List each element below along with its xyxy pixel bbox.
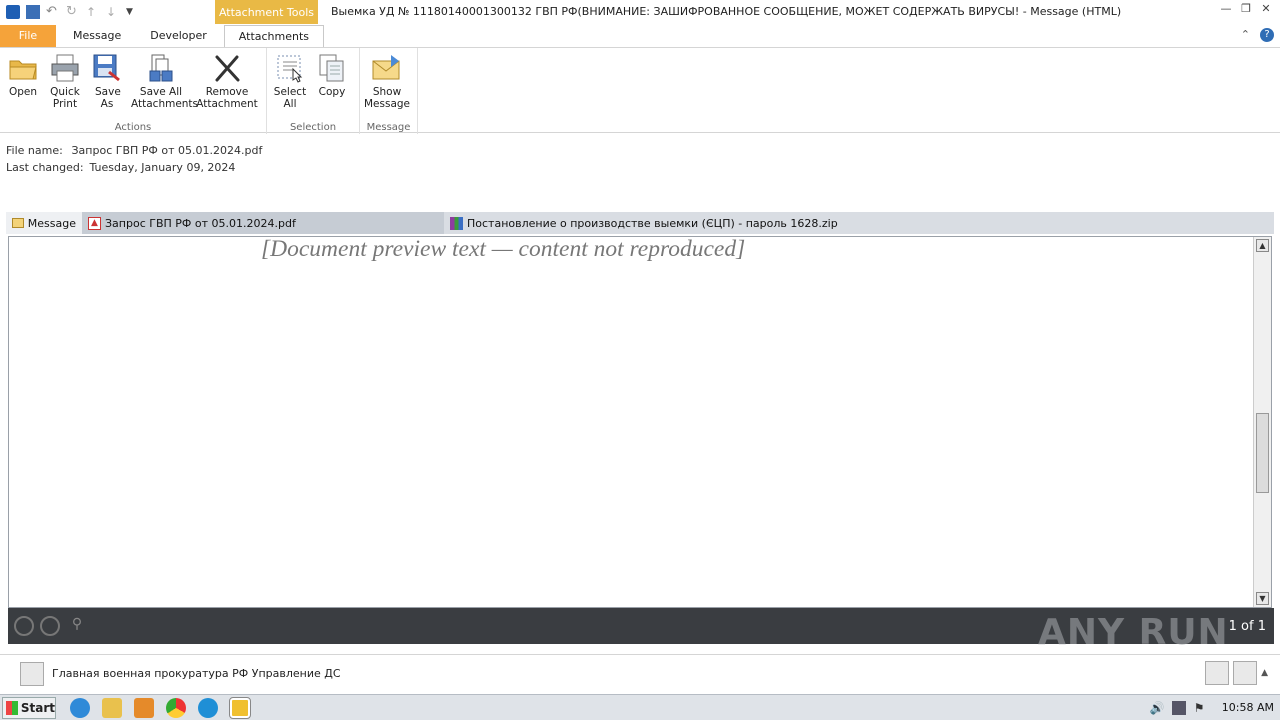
start-label: Start <box>20 700 55 715</box>
minimize-icon[interactable]: — <box>1218 2 1234 16</box>
last-changed-value: Tuesday, January 09, 2024 <box>89 161 236 174</box>
redo-icon[interactable]: ↻ <box>66 5 80 19</box>
document-text: [Document preview text — content not rep… <box>187 236 1151 264</box>
scroll-thumb[interactable] <box>1256 413 1269 493</box>
vertical-scrollbar[interactable]: ▲ ▼ <box>1253 237 1271 607</box>
file-name-value: Запрос ГВП РФ от 05.01.2024.pdf <box>71 144 263 157</box>
explorer-icon[interactable] <box>102 697 122 718</box>
folder-icon <box>7 52 39 84</box>
attachment-zip-label: Постановление о производстве выемки (ЄЦП… <box>467 216 838 230</box>
start-button[interactable]: Start <box>2 696 56 719</box>
open-label: Open <box>8 86 38 98</box>
file-name-row: File name: Запрос ГВП РФ от 05.01.2024.p… <box>6 142 262 159</box>
printer-icon <box>49 52 81 84</box>
previous-page-icon[interactable] <box>14 616 34 636</box>
close-icon[interactable]: ✕ <box>1258 2 1274 16</box>
media-player-icon[interactable] <box>134 697 154 718</box>
taskbar-apps <box>70 696 251 719</box>
flag-icon[interactable]: ⚑ <box>1194 701 1208 715</box>
page-indicator: 1 of 1 <box>1228 618 1266 634</box>
selection-group-label: Selection <box>289 122 337 133</box>
save-as-icon <box>91 52 123 84</box>
last-changed-row: Last changed: Tuesday, January 09, 2024 <box>6 159 262 176</box>
down-icon[interactable]: ↓ <box>106 5 120 19</box>
quick-access-toolbar: ↶ ↻ ↑ ↓ ▼ <box>0 5 208 19</box>
ribbon-tab-controls: ⌃ ? <box>1241 28 1274 42</box>
collapse-ribbon-icon[interactable]: ⌃ <box>1241 28 1250 42</box>
attachment-pdf[interactable]: ▲ Запрос ГВП РФ от 05.01.2024.pdf <box>82 212 444 234</box>
attachment-bar: Message ▲ Запрос ГВП РФ от 05.01.2024.pd… <box>6 212 1274 234</box>
actions-group-label: Actions <box>114 122 152 133</box>
ribbon: Open Quick Print Save As Save All Attach… <box>0 47 1280 134</box>
quick-print-label: Quick Print <box>50 86 80 110</box>
remove-attachment-label: Remove Attachment <box>196 86 258 110</box>
customize-qat-icon[interactable]: ▼ <box>126 5 140 19</box>
watermark: ANY RUN <box>1038 612 1229 653</box>
attachment-pdf-label: Запрос ГВП РФ от 05.01.2024.pdf <box>105 216 296 230</box>
save-as-label: Save As <box>95 86 121 110</box>
outlook-icon <box>6 5 20 19</box>
up-icon[interactable]: ↑ <box>86 5 100 19</box>
network-icon[interactable] <box>1171 700 1186 715</box>
actions-group: Open Quick Print Save As Save All Attach… <box>0 48 267 134</box>
file-name-label: File name: <box>6 144 63 157</box>
contact-avatar-icon-2[interactable] <box>1233 661 1258 685</box>
title-bar: ↶ ↻ ↑ ↓ ▼ Attachment Tools Выемка УД № 1… <box>0 0 1280 24</box>
attachment-message-label: Message <box>27 216 76 230</box>
pdf-nav: ⚲ <box>8 616 88 636</box>
remove-icon <box>211 52 243 84</box>
people-pane: Главная военная прокуратура РФ Управлени… <box>0 654 1280 692</box>
show-message-icon <box>371 52 403 84</box>
tab-attachments[interactable]: Attachments <box>223 25 325 47</box>
scroll-up-icon[interactable]: ▲ <box>1256 239 1269 252</box>
message-group: Show Message Message <box>360 48 418 134</box>
find-icon[interactable]: ⚲ <box>66 616 88 636</box>
envelope-icon <box>12 218 24 228</box>
taskbar: Start 🔊 ⚑ 10:58 AM <box>0 694 1280 720</box>
last-changed-label: Last changed: <box>6 161 84 174</box>
zip-icon <box>450 216 463 230</box>
selection-group: Select All Copy Selection <box>267 48 360 134</box>
pdf-preview[interactable]: [Document preview text — content not rep… <box>8 236 1272 608</box>
next-page-icon[interactable] <box>40 616 60 636</box>
message-group-label: Message <box>366 122 411 133</box>
windows-logo-icon <box>6 700 18 715</box>
sender-avatar[interactable] <box>20 661 44 686</box>
restore-icon[interactable]: ❐ <box>1238 2 1254 16</box>
expand-people-pane-icon[interactable]: ▲ <box>1261 668 1268 678</box>
window-controls: — ❐ ✕ <box>1218 2 1274 16</box>
system-tray: 🔊 ⚑ 10:58 AM <box>1150 700 1274 715</box>
file-info: File name: Запрос ГВП РФ от 05.01.2024.p… <box>6 142 262 176</box>
show-message-label: Show Message <box>364 86 411 110</box>
copy-icon <box>316 52 348 84</box>
attachment-zip[interactable]: Постановление о производстве выемки (ЄЦП… <box>444 212 844 234</box>
tab-file[interactable]: File <box>0 25 56 47</box>
ribbon-tabs: File Message Developer Attachments ⌃ ? <box>0 24 1280 47</box>
people-pane-controls: ▲ <box>1205 661 1268 685</box>
pdf-icon: ▲ <box>88 216 101 230</box>
scroll-down-icon[interactable]: ▼ <box>1256 592 1269 605</box>
save-all-attachments-label: Save All Attachments <box>131 86 199 110</box>
help-icon[interactable]: ? <box>1260 28 1274 42</box>
attachment-message[interactable]: Message <box>6 212 82 234</box>
context-tab-label: Attachment Tools <box>215 0 318 24</box>
clock: 10:58 AM <box>1221 701 1274 714</box>
window-title: Выемка УД № 11180140001300132 ГВП РФ(ВНИ… <box>331 5 1122 18</box>
contact-avatar-icon[interactable] <box>1205 661 1230 685</box>
copy-label: Copy <box>318 86 346 98</box>
tab-developer[interactable]: Developer <box>138 25 219 47</box>
save-all-attachments-icon <box>145 52 177 84</box>
chrome-icon[interactable] <box>166 697 186 718</box>
document-paragraph: [Document preview text — content not rep… <box>261 236 746 262</box>
ie-icon[interactable] <box>70 697 90 718</box>
undo-icon[interactable]: ↶ <box>46 5 60 19</box>
tab-message[interactable]: Message <box>56 25 138 47</box>
select-all-icon <box>274 52 306 84</box>
outlook-taskbar-icon[interactable] <box>229 696 251 719</box>
select-all-label: Select All <box>273 86 307 110</box>
save-icon[interactable] <box>26 5 40 19</box>
sender-name[interactable]: Главная военная прокуратура РФ Управлени… <box>52 667 341 680</box>
volume-icon[interactable]: 🔊 <box>1150 701 1165 715</box>
edge-icon[interactable] <box>198 697 218 718</box>
